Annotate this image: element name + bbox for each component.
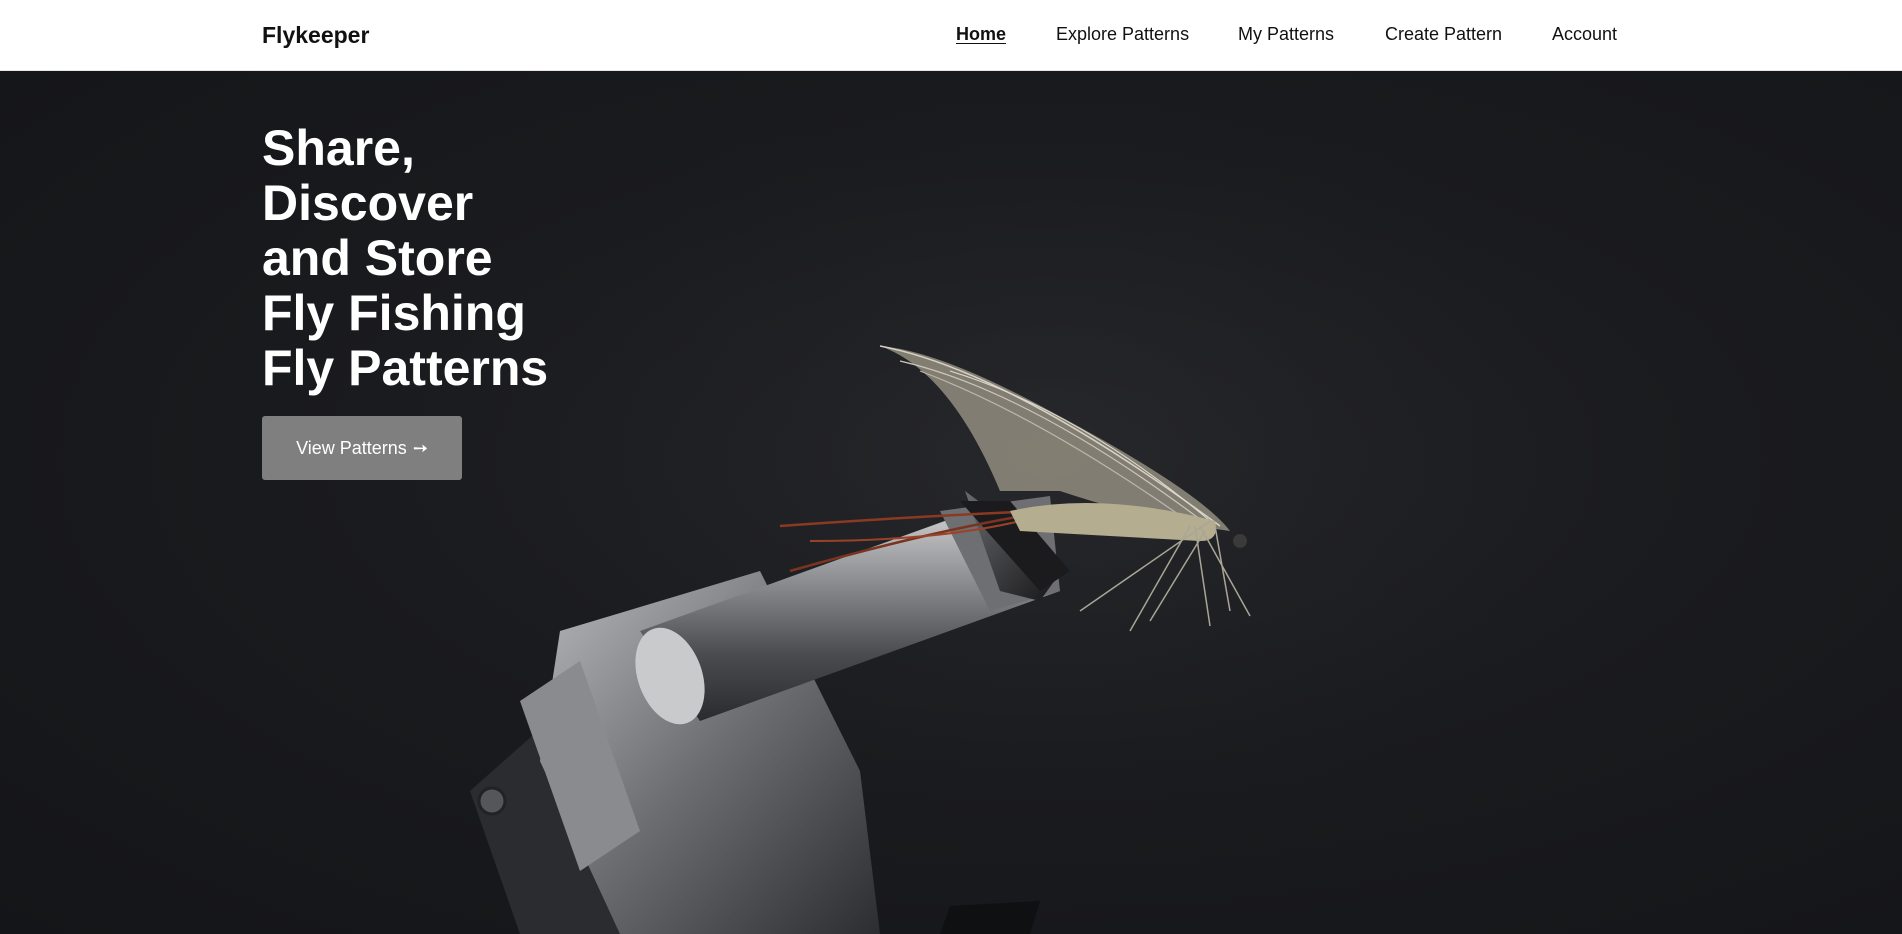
hero-title-line: Discover bbox=[262, 175, 474, 231]
nav-home[interactable]: Home bbox=[956, 24, 1006, 45]
view-patterns-label: View Patterns bbox=[296, 437, 407, 458]
nav-account[interactable]: Account bbox=[1552, 24, 1617, 45]
hero-heading: Share, Discover and Store Fly Fishing Fl… bbox=[262, 121, 662, 396]
hero-title-line: Share, bbox=[262, 120, 415, 176]
arrow-right-icon: ➙ bbox=[412, 437, 428, 458]
top-navbar: Flykeeper Home Explore Patterns My Patte… bbox=[0, 0, 1902, 71]
nav-create-pattern[interactable]: Create Pattern bbox=[1385, 24, 1502, 45]
hero-title-line: Fly Fishing bbox=[262, 285, 526, 341]
view-patterns-button[interactable]: View Patterns ➙ bbox=[262, 416, 462, 480]
main-nav: Home Explore Patterns My Patterns Create… bbox=[0, 24, 1902, 48]
hero-title-line: Fly Patterns bbox=[262, 340, 549, 396]
nav-explore-patterns[interactable]: Explore Patterns bbox=[1056, 24, 1189, 45]
hero-title-line: and Store bbox=[262, 230, 493, 286]
hero-section: Share, Discover and Store Fly Fishing Fl… bbox=[0, 71, 1902, 934]
nav-my-patterns[interactable]: My Patterns bbox=[1238, 24, 1334, 45]
